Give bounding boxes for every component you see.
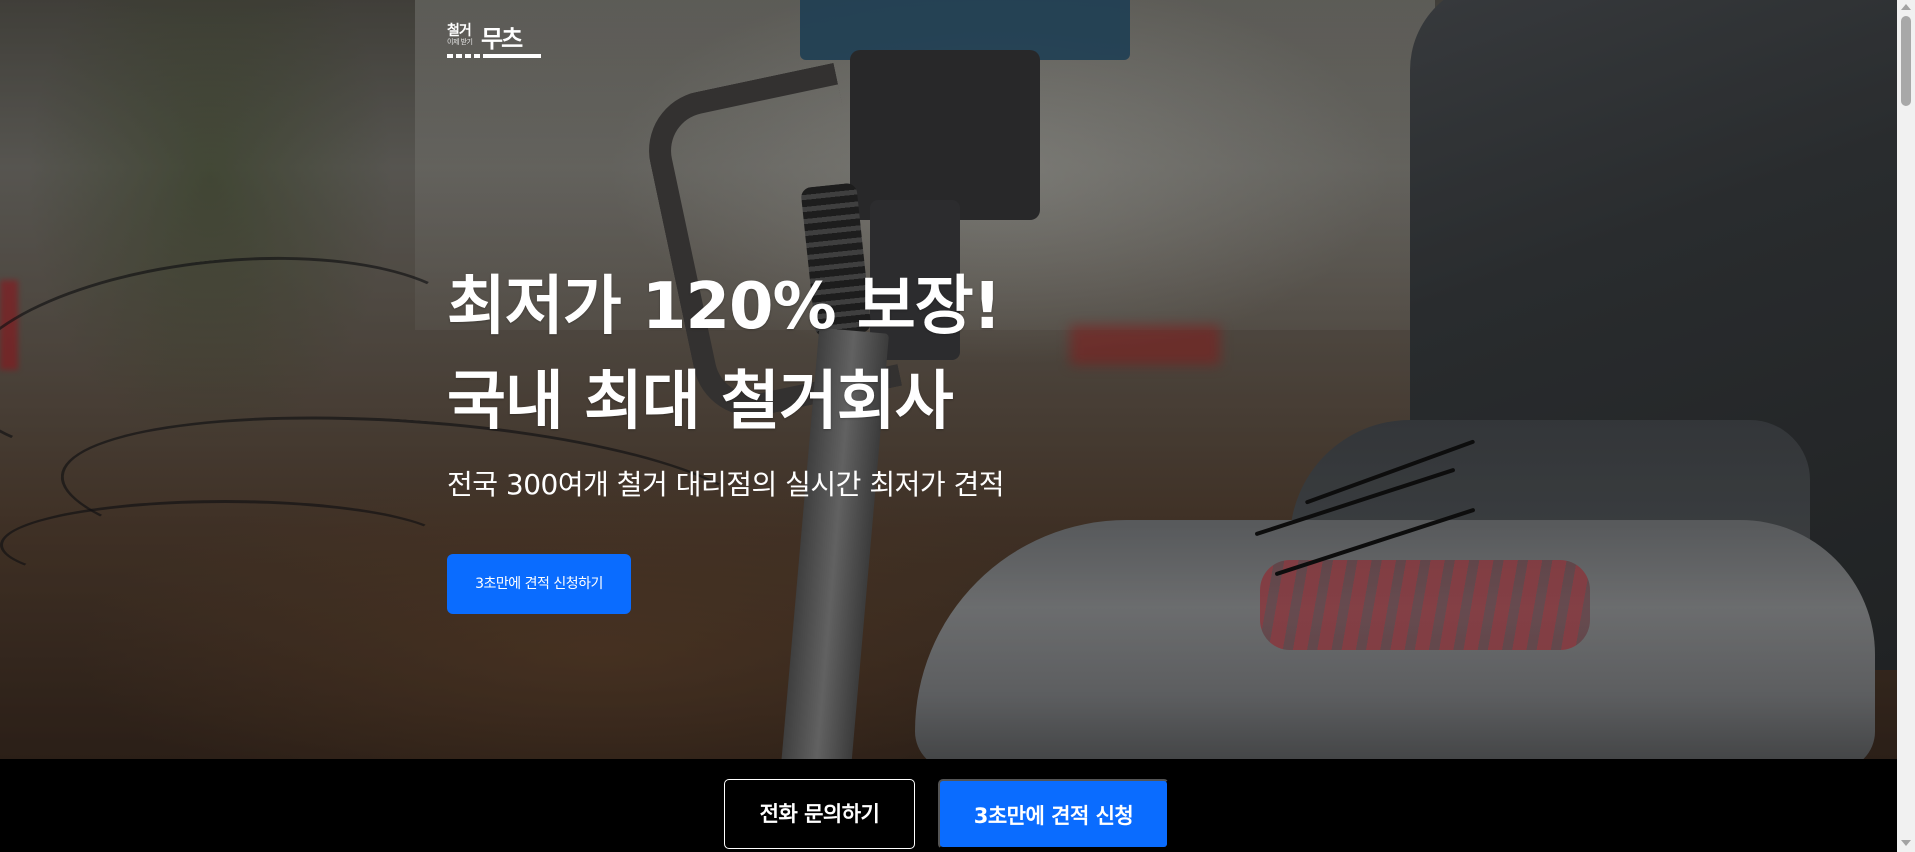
quote-request-button[interactable]: 3초만에 견적 신청 — [938, 779, 1169, 849]
hero-headline-line2: 국내 최대 철거회사 — [447, 365, 954, 439]
page-scrollbar[interactable] — [1897, 0, 1915, 852]
hero-quote-button[interactable]: 3초만에 견적 신청하기 — [447, 554, 631, 614]
brand-logo[interactable]: 철거 이제 받기 무츠 — [447, 20, 541, 58]
logo-big-text: 무츠 — [481, 25, 523, 53]
chevron-up-icon[interactable] — [1901, 4, 1911, 10]
hero-headline-line1: 최저가 120% 보장! — [447, 270, 1002, 344]
hero-section: 철거 이제 받기 무츠 최저가 120% 보장! 국내 최대 철거회사 전국 3… — [0, 0, 1897, 759]
call-inquiry-button[interactable]: 전화 문의하기 — [724, 779, 915, 849]
logo-small-subtext: 이제 받기 — [447, 38, 473, 46]
hero-headline: 최저가 120% 보장! 국내 최대 철거회사 — [447, 260, 1002, 450]
logo-underline — [489, 54, 541, 58]
chevron-down-icon[interactable] — [1901, 840, 1911, 846]
hero-subheadline: 전국 300여개 철거 대리점의 실시간 최저가 견적 — [447, 468, 1005, 501]
scrollbar-thumb[interactable] — [1901, 16, 1911, 106]
